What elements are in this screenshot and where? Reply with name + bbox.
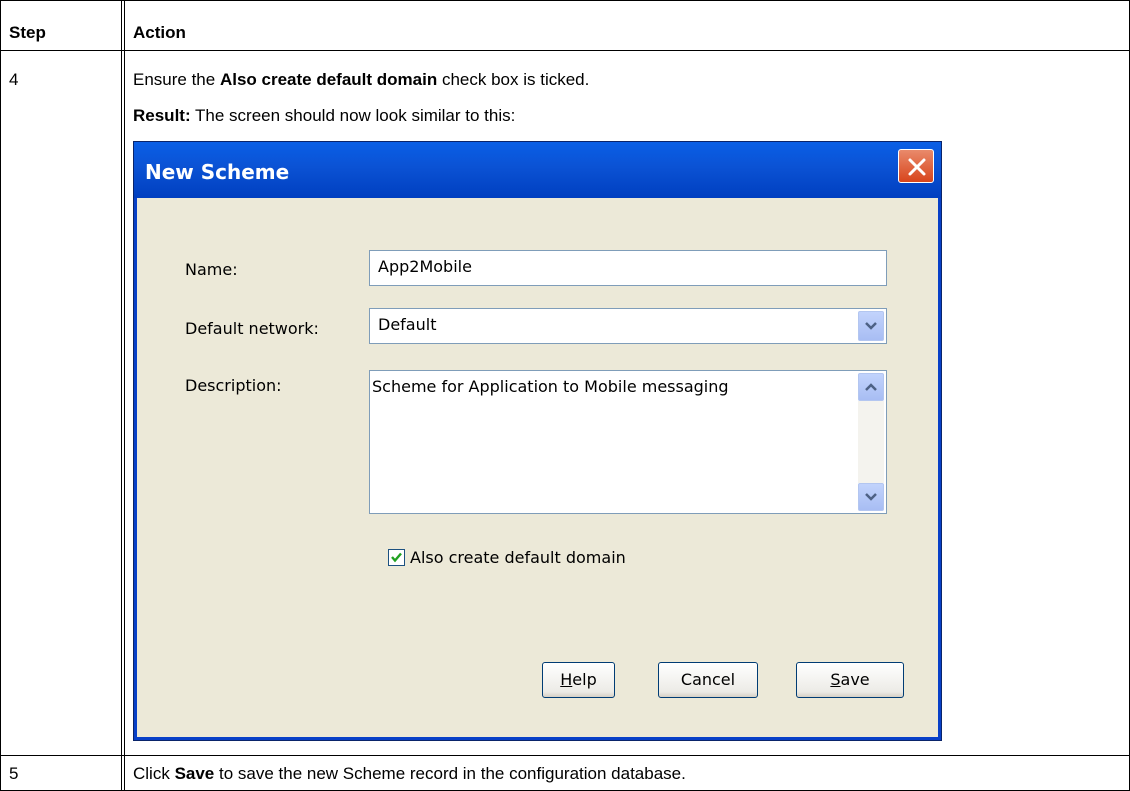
default-domain-checkbox-label[interactable]: Also create default domain xyxy=(410,548,626,567)
name-label: Name: xyxy=(185,260,238,279)
close-button[interactable] xyxy=(898,149,934,183)
chevron-down-icon xyxy=(865,493,877,501)
network-select[interactable]: Default xyxy=(369,308,887,344)
check-icon xyxy=(391,552,402,563)
header-step: Step xyxy=(9,23,46,42)
dialog-body: Name: App2Mobile Default network: Defaul… xyxy=(137,198,938,737)
step-number: 4 xyxy=(9,70,19,89)
scroll-down-button[interactable] xyxy=(858,483,884,511)
header-action: Action xyxy=(133,23,186,42)
new-scheme-dialog: New Scheme Name: App2Mobile Default netw… xyxy=(133,141,942,741)
network-label: Default network: xyxy=(185,319,319,338)
dialog-titlebar[interactable]: New Scheme xyxy=(134,142,941,198)
column-divider-inner xyxy=(124,0,125,791)
chevron-down-icon xyxy=(865,322,877,330)
header-divider xyxy=(0,50,1130,51)
help-button[interactable]: Help xyxy=(542,662,615,698)
network-dropdown-button[interactable] xyxy=(858,311,884,341)
dialog-title: New Scheme xyxy=(145,160,290,184)
description-text: Scheme for Application to Mobile messagi… xyxy=(372,377,729,396)
table-border-left xyxy=(0,0,1,791)
chevron-up-icon xyxy=(865,383,877,391)
description-textarea[interactable]: Scheme for Application to Mobile messagi… xyxy=(369,370,887,514)
save-button[interactable]: Save xyxy=(796,662,904,698)
scrollbar-track[interactable] xyxy=(858,401,884,483)
cancel-button[interactable]: Cancel xyxy=(658,662,758,698)
instruction-line: Click Save to save the new Scheme record… xyxy=(133,764,686,783)
default-domain-checkbox[interactable] xyxy=(388,549,405,566)
step-number: 5 xyxy=(9,764,19,783)
table-border-top xyxy=(0,0,1130,1)
scroll-up-button[interactable] xyxy=(858,373,884,401)
dialog-frame-right xyxy=(938,198,941,740)
network-selected-value: Default xyxy=(378,315,437,334)
name-input[interactable]: App2Mobile xyxy=(369,250,887,286)
dialog-frame-bottom xyxy=(134,737,941,740)
column-divider-outer xyxy=(121,0,122,791)
result-line: Result: The screen should now look simil… xyxy=(133,106,516,125)
row-divider xyxy=(0,755,1130,756)
description-label: Description: xyxy=(185,376,282,395)
close-icon xyxy=(908,158,926,176)
instruction-line: Ensure the Also create default domain ch… xyxy=(133,70,590,89)
